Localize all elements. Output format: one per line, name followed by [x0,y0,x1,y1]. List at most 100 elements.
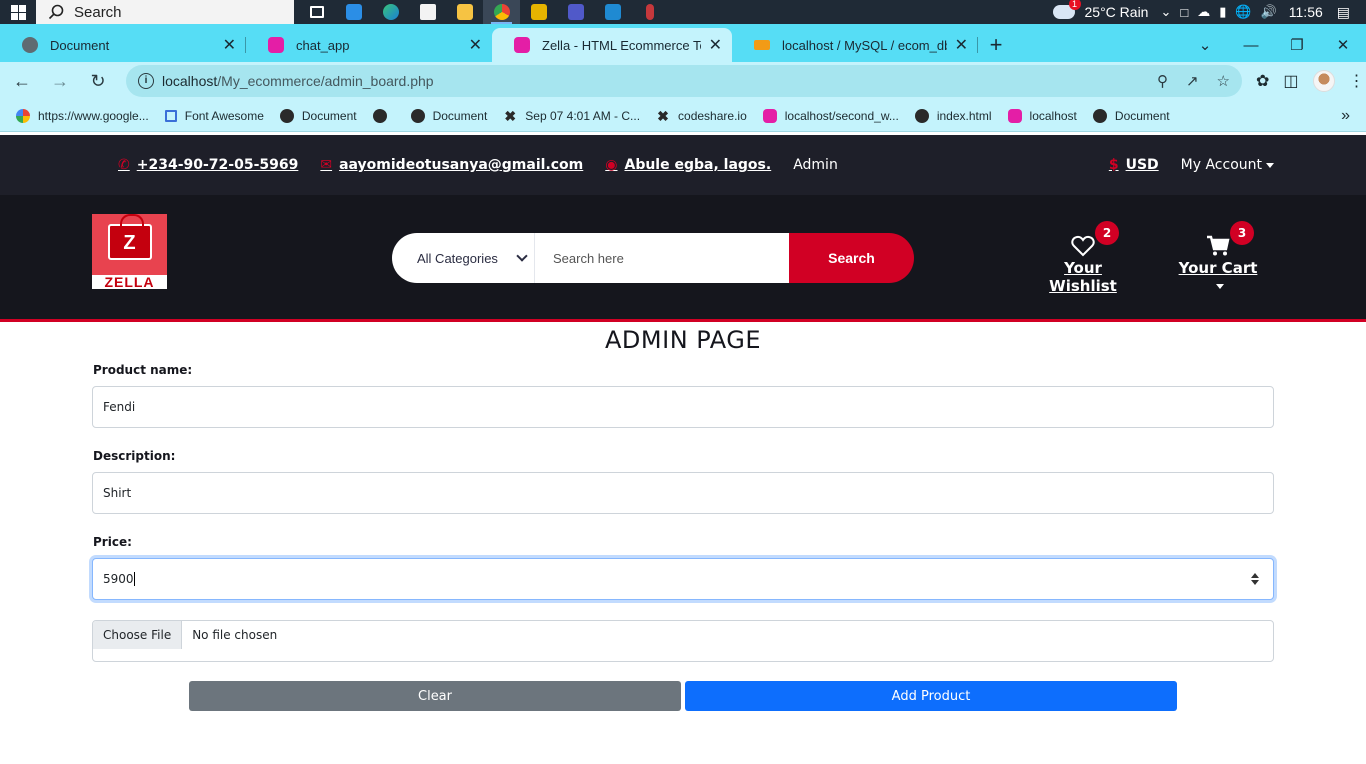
side-panel-icon[interactable]: ◫ [1283,71,1298,91]
app-icon-yellow[interactable] [520,0,557,24]
bookmark-codeshare[interactable]: ✖ codeshare.io [656,109,747,123]
description-input[interactable]: Shirt [92,472,1274,514]
email-text: aayomideotusanya@gmail.com [339,157,584,173]
map-marker-icon: ◉ [605,157,618,173]
weather-widget[interactable]: 1 25°C Rain [1052,0,1148,20]
tab-search-chevron-icon[interactable]: ⌄ [1182,36,1228,54]
zoom-icon[interactable]: ⚲ [1157,72,1168,90]
codeshare-icon: ✖ [504,107,517,124]
meet-now-icon[interactable]: □ [1180,5,1188,20]
zella-logo[interactable]: Z ZELLA [92,214,167,289]
bookmark-label: https://www.google... [38,108,149,123]
bookmark-localhost-second[interactable]: localhost/second_w... [762,108,899,123]
bookmark-font-awesome[interactable]: Font Awesome [164,109,264,123]
cart-link[interactable]: Your Cart 3 [1178,221,1258,295]
bookmark-globe[interactable] [372,108,395,123]
bookmark-star-icon[interactable]: ☆ [1217,72,1230,90]
chevron-right-double-icon[interactable]: » [1341,107,1350,125]
forward-arrow-icon[interactable]: → [44,65,76,97]
windows-start-button[interactable] [0,0,36,24]
restore-icon[interactable]: ❐ [1274,36,1320,54]
site-header-main: Z ZELLA All Categories Search Your Wishl… [0,195,1366,322]
chrome-app-icon[interactable] [483,0,520,24]
bookmark-google[interactable]: https://www.google... [16,108,149,123]
taskbar-search-box[interactable]: Search [36,0,294,24]
file-explorer-icon[interactable] [446,0,483,24]
notification-icon[interactable]: ▤ [1337,4,1350,21]
product-name-input[interactable]: Fendi [92,386,1274,428]
phone-link[interactable]: ✆ +234-90-72-05-5969 [118,157,298,173]
email-link[interactable]: ✉ aayomideotusanya@gmail.com [320,157,583,173]
close-icon[interactable]: ✕ [469,35,482,55]
windows-taskbar: Search 1 25°C Rain ⌄ □ ☁ ▮ 🌐 🔊 11:56 ▤ [0,0,1366,24]
close-window-icon[interactable]: ✕ [1320,36,1366,54]
browser-tab-phpmyadmin[interactable]: localhost / MySQL / ecom_db / p ✕ [732,28,978,62]
minimize-icon[interactable]: — [1228,37,1274,54]
envelope-icon: ✉ [320,157,333,173]
image-file-input[interactable]: Choose File No file chosen [92,620,1274,662]
bookmark-codeshare-sep[interactable]: ✖ Sep 07 4:01 AM - C... [503,109,640,123]
address-link[interactable]: ◉ Abule egba, lagos. [605,157,771,173]
heart-icon [1071,235,1095,257]
chevron-up-icon[interactable]: ⌄ [1160,4,1171,20]
tab-title: chat_app [296,37,350,53]
webstack-icon [268,37,284,53]
browser-tab-document[interactable]: Document ✕ [0,28,246,62]
edge-app-icon[interactable] [372,0,409,24]
admin-link[interactable]: Admin [793,157,838,173]
teams-app-icon[interactable] [557,0,594,24]
search-input[interactable] [535,233,789,283]
add-product-button[interactable]: Add Product [685,681,1177,711]
back-arrow-icon[interactable]: ← [6,65,38,97]
menu-kebab-icon[interactable]: ⋮ [1349,71,1365,91]
category-select[interactable]: All Categories [392,233,535,283]
cloud-off-icon[interactable]: ☁ [1197,4,1210,20]
globe-icon [279,108,294,123]
browser-tab-strip: Document ✕ chat_app ✕ Zella - HTML Ecomm… [0,24,1366,62]
store-app-icon[interactable] [409,0,446,24]
wishlist-link[interactable]: Your Wishlist 2 [1038,221,1128,295]
price-input[interactable]: 5900 [92,558,1274,600]
number-spinner-icon[interactable] [1251,573,1259,585]
bookmark-index[interactable]: index.html [914,108,992,123]
share-icon[interactable]: ↗ [1186,72,1199,90]
logo-letter: Z [123,232,136,254]
bookmark-document-1[interactable]: Document [279,108,357,123]
tab-title: localhost / MySQL / ecom_db / p [782,37,947,53]
bookmark-localhost[interactable]: localhost [1007,108,1077,123]
app-icon-pin[interactable] [631,0,668,24]
phone-icon: ✆ [118,157,130,173]
my-account-dropdown[interactable]: My Account [1181,157,1274,173]
flag-icon [164,109,177,122]
language-globe-icon[interactable]: 🌐 [1235,4,1251,20]
close-icon[interactable]: ✕ [955,35,968,55]
close-icon[interactable]: ✕ [223,35,236,55]
reload-icon[interactable]: ↻ [82,65,114,97]
mail-app-icon[interactable] [335,0,372,24]
task-view-icon[interactable] [298,0,335,24]
choose-file-button[interactable]: Choose File [93,621,183,649]
volume-icon[interactable]: 🔊 [1261,4,1277,20]
browser-tab-chat-app[interactable]: chat_app ✕ [246,28,492,62]
close-icon[interactable]: ✕ [709,35,722,55]
price-value: 5900 [103,572,134,586]
clear-button[interactable]: Clear [189,681,681,711]
bookmark-document-2[interactable]: Document [410,108,487,123]
vscode-app-icon[interactable] [594,0,631,24]
description-value: Shirt [103,486,132,500]
extensions-puzzle-icon[interactable]: ✿ [1256,71,1269,91]
profile-avatar[interactable] [1312,70,1335,92]
price-label: Price: [93,535,132,549]
taskbar-search-label: Search [74,3,122,21]
site-info-icon[interactable]: i [138,73,154,89]
bookmark-label: Document [301,108,357,123]
currency-link[interactable]: $ USD [1109,157,1159,173]
address-bar[interactable]: i localhost/My_ecommerce/admin_board.php… [126,65,1242,97]
chevron-down-icon [516,250,528,262]
bookmark-document-3[interactable]: Document [1092,108,1170,123]
search-button[interactable]: Search [789,233,914,283]
clock-time[interactable]: 11:56 [1289,4,1323,20]
new-tab-button[interactable]: + [978,28,1014,62]
browser-tab-zella[interactable]: Zella - HTML Ecommerce Templa ✕ [492,28,732,62]
battery-icon[interactable]: ▮ [1219,4,1226,20]
